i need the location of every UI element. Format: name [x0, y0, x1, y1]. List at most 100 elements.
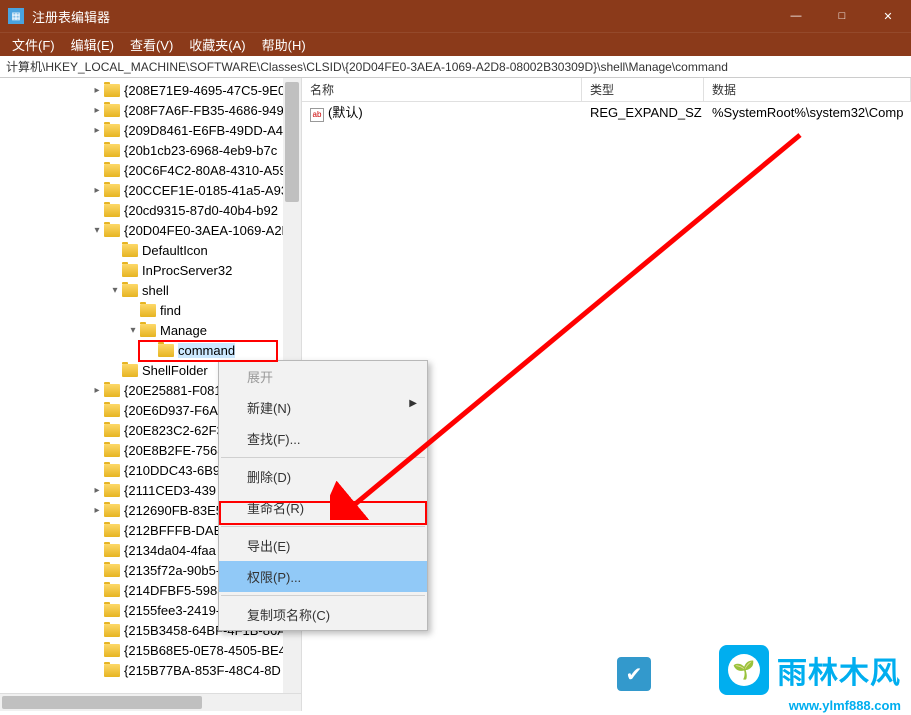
tree-item[interactable]: InProcServer32: [0, 260, 301, 280]
folder-icon: [104, 384, 120, 397]
expander-icon[interactable]: ▸: [90, 85, 104, 96]
watermark-logo: 🌱: [719, 645, 769, 695]
expander-icon[interactable]: ▸: [90, 185, 104, 196]
folder-icon: [122, 264, 138, 277]
tree-item[interactable]: DefaultIcon: [0, 240, 301, 260]
watermark-text: 雨林木风: [777, 648, 901, 692]
folder-icon: [104, 624, 120, 637]
tree-item[interactable]: {20cd9315-87d0-40b4-b92: [0, 200, 301, 220]
tree-item-label: Manage: [160, 323, 207, 338]
tree-item-label: {212690FB-83E5: [124, 503, 223, 518]
folder-icon: [104, 144, 120, 157]
title-bar: ▦ 注册表编辑器 — □ ✕: [0, 0, 911, 32]
folder-icon: [104, 464, 120, 477]
tree-item[interactable]: ▸ {209D8461-E6FB-49DD-A4: [0, 120, 301, 140]
expander-icon[interactable]: ▸: [90, 385, 104, 396]
tree-item[interactable]: ▸ {208E71E9-4695-47C5-9E0: [0, 80, 301, 100]
folder-icon: [104, 664, 120, 677]
expander-icon[interactable]: ▸: [90, 125, 104, 136]
col-name[interactable]: 名称: [302, 78, 582, 101]
menu-favorites[interactable]: 收藏夹(A): [181, 33, 253, 56]
tree-item-label: {20cd9315-87d0-40b4-b92: [124, 203, 278, 218]
expander-icon[interactable]: ▾: [108, 285, 122, 296]
tree-item[interactable]: find: [0, 300, 301, 320]
folder-icon: [104, 504, 120, 517]
tree-item-label: {20CCEF1E-0185-41a5-A93: [124, 183, 288, 198]
cm-new[interactable]: 新建(N)▶: [219, 392, 427, 423]
folder-icon: [122, 244, 138, 257]
cm-delete[interactable]: 删除(D): [219, 461, 427, 492]
cm-export[interactable]: 导出(E): [219, 530, 427, 561]
col-type[interactable]: 类型: [582, 78, 704, 101]
col-data[interactable]: 数据: [704, 78, 911, 101]
tree-item-label: {20E6D937-F6A: [124, 403, 218, 418]
tree-item-label: {20E25881-F081: [124, 383, 222, 398]
tree-horizontal-scrollbar[interactable]: [0, 693, 301, 711]
folder-icon: [104, 204, 120, 217]
expander-icon[interactable]: ▸: [90, 485, 104, 496]
menu-file[interactable]: 文件(F): [4, 33, 63, 56]
tree-item-label: {209D8461-E6FB-49DD-A4: [124, 123, 283, 138]
tree-item-label: {20D04FE0-3AEA-1069-A2D: [124, 223, 291, 238]
context-menu: 展开 新建(N)▶ 查找(F)... 删除(D) 重命名(R) 导出(E) 权限…: [218, 360, 428, 631]
expander-icon[interactable]: ▸: [90, 505, 104, 516]
folder-icon: [104, 564, 120, 577]
value-name: (默认): [328, 105, 363, 120]
window-controls: — □ ✕: [773, 0, 911, 32]
hscrollbar-thumb[interactable]: [2, 696, 202, 709]
cm-permissions[interactable]: 权限(P)...: [219, 561, 427, 592]
content-area: ▸ {208E71E9-4695-47C5-9E0 ▸ {208F7A6F-FB35-…: [0, 78, 911, 711]
cm-find[interactable]: 查找(F)...: [219, 423, 427, 454]
menu-bar: 文件(F) 编辑(E) 查看(V) 收藏夹(A) 帮助(H): [0, 32, 911, 56]
tree-item[interactable]: {20C6F4C2-80A8-4310-A59: [0, 160, 301, 180]
watermark-logo-inner: 🌱: [728, 654, 760, 686]
menu-help[interactable]: 帮助(H): [254, 33, 314, 56]
folder-icon: [104, 424, 120, 437]
tree-item-label: {20C6F4C2-80A8-4310-A59: [124, 163, 287, 178]
folder-icon: [122, 364, 138, 377]
tree-item[interactable]: {215B77BA-853F-48C4-8D: [0, 660, 301, 680]
expander-icon[interactable]: ▾: [90, 225, 104, 236]
tree-item-label: {215B68E5-0E78-4505-BE4: [124, 643, 286, 658]
menu-view[interactable]: 查看(V): [122, 33, 181, 56]
menu-edit[interactable]: 编辑(E): [63, 33, 122, 56]
watermark-small-icon: ✔: [617, 657, 651, 691]
tree-item[interactable]: ▾ Manage: [0, 320, 301, 340]
close-button[interactable]: ✕: [865, 0, 911, 32]
tree-item-label: DefaultIcon: [142, 243, 208, 258]
tree-item-label: InProcServer32: [142, 263, 232, 278]
tree-item[interactable]: {215B68E5-0E78-4505-BE4: [0, 640, 301, 660]
folder-icon: [104, 404, 120, 417]
cm-rename[interactable]: 重命名(R): [219, 492, 427, 523]
tree-item[interactable]: command: [0, 340, 301, 360]
folder-icon: [104, 84, 120, 97]
tree-item[interactable]: ▾ {20D04FE0-3AEA-1069-A2D: [0, 220, 301, 240]
cm-separator: [221, 595, 425, 596]
list-row[interactable]: ab(默认) REG_EXPAND_SZ %SystemRoot%\system…: [302, 102, 911, 122]
watermark-url: www.ylmf888.com: [789, 698, 901, 713]
cm-copy-key-name[interactable]: 复制项名称(C): [219, 599, 427, 630]
cm-expand: 展开: [219, 361, 427, 392]
minimize-button[interactable]: —: [773, 0, 819, 32]
tree-item[interactable]: ▸ {208F7A6F-FB35-4686-949: [0, 100, 301, 120]
folder-icon: [104, 584, 120, 597]
folder-icon: [104, 484, 120, 497]
cm-new-label: 新建(N): [247, 401, 291, 416]
folder-icon: [104, 444, 120, 457]
tree-item[interactable]: ▾shell: [0, 280, 301, 300]
address-bar[interactable]: 计算机\HKEY_LOCAL_MACHINE\SOFTWARE\Classes\…: [0, 56, 911, 78]
tree-item-label: {208F7A6F-FB35-4686-949: [124, 103, 284, 118]
tree-item-label: find: [160, 303, 181, 318]
scrollbar-thumb[interactable]: [285, 82, 299, 202]
list-header: 名称 类型 数据: [302, 78, 911, 102]
folder-icon: [104, 604, 120, 617]
maximize-button[interactable]: □: [819, 0, 865, 32]
tree-item-label: {2111CED3-439: [124, 483, 216, 498]
expander-icon[interactable]: ▾: [126, 325, 140, 336]
tree-item-label: {208E71E9-4695-47C5-9E0: [124, 83, 285, 98]
tree-item[interactable]: {20b1cb23-6968-4eb9-b7c: [0, 140, 301, 160]
tree-item[interactable]: ▸ {20CCEF1E-0185-41a5-A93: [0, 180, 301, 200]
expander-icon[interactable]: ▸: [90, 105, 104, 116]
tree-item-label: {20b1cb23-6968-4eb9-b7c: [124, 143, 277, 158]
folder-icon: [104, 184, 120, 197]
